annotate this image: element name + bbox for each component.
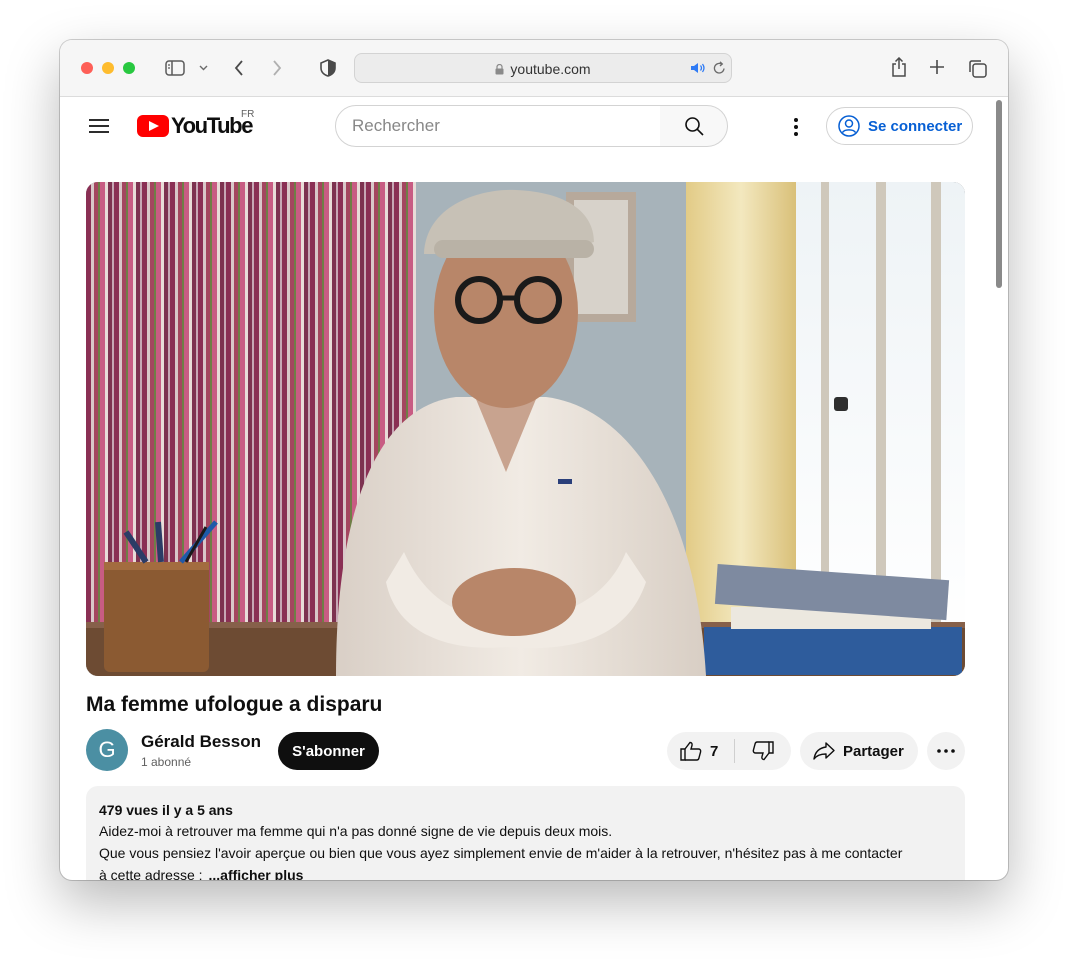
chevron-down-icon[interactable] [198, 62, 208, 74]
description-box[interactable]: 479 vues il y a 5 ans Aidez-moi à retrou… [86, 786, 965, 880]
browser-window: youtube.com YouTube FR Rechercher Se con… [60, 40, 1008, 880]
browser-toolbar: youtube.com [60, 40, 1008, 97]
video-player[interactable] [86, 182, 965, 676]
tab-overview-icon[interactable] [966, 57, 988, 79]
zoom-window-button[interactable] [123, 62, 135, 74]
youtube-logo-text[interactable]: YouTube [171, 113, 253, 139]
search-input[interactable] [335, 105, 661, 147]
share-label: Partager [843, 742, 904, 760]
account-icon [838, 115, 868, 137]
forward-icon[interactable] [269, 58, 285, 78]
description-line-3: à cette adresse : [99, 867, 203, 880]
signin-label: Se connecter [868, 117, 963, 135]
subscriber-count: 1 abonné [141, 755, 192, 769]
video-title: Ma femme ufologue a disparu [86, 693, 383, 716]
channel-avatar[interactable]: G [86, 729, 128, 771]
audio-playing-icon[interactable] [689, 60, 707, 76]
description-line-3-container: à cette adresse : ...afficher plus [99, 867, 303, 880]
sidebar-icon[interactable] [164, 58, 186, 78]
share-page-icon[interactable] [889, 55, 909, 79]
minimize-window-button[interactable] [102, 62, 114, 74]
thumbs-up-icon [680, 741, 702, 761]
description-line-1: Aidez-moi à retrouver ma femme qui n'a p… [99, 823, 613, 839]
signin-button[interactable]: Se connecter [826, 107, 973, 145]
scrollbar-thumb[interactable] [996, 100, 1002, 288]
channel-name[interactable]: Gérald Besson [141, 732, 261, 752]
youtube-header: YouTube FR Se connecter [60, 97, 1008, 157]
like-dislike-group: 7 [667, 732, 791, 770]
view-count-date: 479 vues il y a 5 ans [99, 802, 233, 818]
search-button[interactable] [660, 105, 728, 147]
share-arrow-icon [813, 742, 835, 760]
more-actions-button[interactable] [927, 732, 965, 770]
video-frame-image [86, 182, 965, 676]
like-button[interactable]: 7 [667, 732, 734, 770]
back-icon[interactable] [231, 58, 247, 78]
thumbs-down-icon [752, 741, 774, 761]
share-button[interactable]: Partager [800, 732, 918, 770]
more-horizontal-icon [937, 749, 955, 753]
subscribe-button[interactable]: S'abonner [278, 732, 379, 770]
reload-icon[interactable] [711, 60, 727, 76]
address-text: youtube.com [355, 61, 731, 78]
shield-icon[interactable] [319, 58, 337, 78]
lock-icon [495, 62, 504, 78]
region-code: FR [241, 109, 255, 120]
youtube-logo-icon[interactable] [137, 115, 169, 137]
new-tab-icon[interactable] [927, 57, 947, 77]
address-bar[interactable]: youtube.com [354, 53, 732, 83]
settings-menu-icon[interactable] [786, 115, 806, 139]
url-text: youtube.com [510, 61, 591, 77]
close-window-button[interactable] [81, 62, 93, 74]
like-count: 7 [710, 742, 719, 760]
menu-icon[interactable] [88, 115, 110, 137]
dislike-button[interactable] [735, 732, 791, 770]
show-more-link[interactable]: ...afficher plus [209, 867, 304, 880]
description-line-2: Que vous pensiez l'avoir aperçue ou bien… [99, 845, 903, 861]
search-icon [684, 116, 704, 136]
